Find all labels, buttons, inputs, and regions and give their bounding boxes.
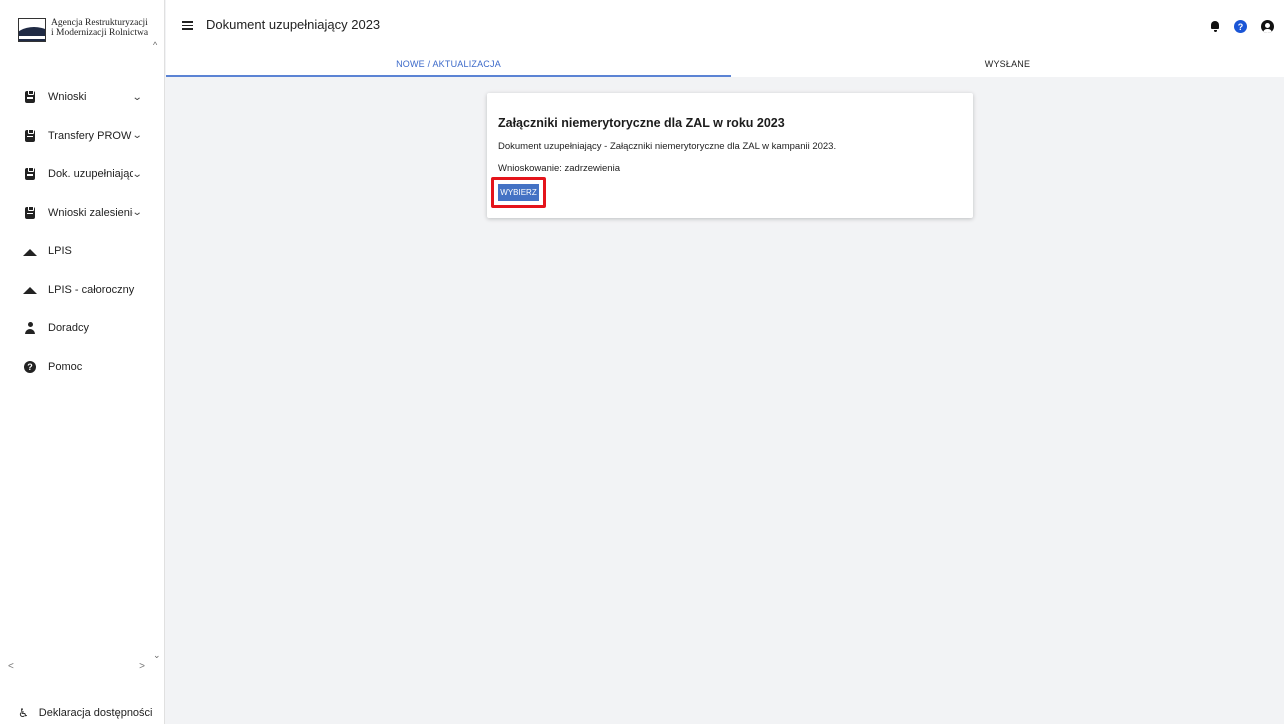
accessibility-declaration-link[interactable]: ♿ Deklaracja dostępności: [18, 706, 153, 720]
scroll-right-arrow[interactable]: >: [139, 661, 145, 672]
person-icon: [24, 322, 36, 335]
sidebar: Agencja Restrukturyzacji i Modernizacji …: [0, 0, 165, 724]
help-icon[interactable]: ?: [1234, 20, 1247, 33]
sidebar-item-pomoc[interactable]: ? Pomoc: [0, 348, 153, 387]
agency-logo[interactable]: Agencja Restrukturyzacji i Modernizacji …: [18, 18, 148, 42]
chevron-down-icon: ⌄: [131, 168, 143, 180]
document-card: Załączniki niemerytoryczne dla ZAL w rok…: [487, 93, 973, 218]
page-title: Dokument uzupełniający 2023: [206, 17, 381, 32]
button-highlight-box: WYBIERZ: [491, 177, 546, 208]
sidebar-nav: Wnioski ⌄ Transfery PROW ⌄ Dok. uzupełni…: [0, 78, 153, 386]
scroll-left-arrow[interactable]: <: [8, 661, 14, 672]
sidebar-horizontal-scrollbar[interactable]: < >: [0, 659, 153, 673]
sidebar-item-lpis[interactable]: LPIS: [0, 232, 153, 271]
sidebar-item-label: Transfery PROW: [48, 129, 132, 142]
sidebar-item-label: LPIS - całoroczny: [48, 283, 135, 296]
sidebar-item-label: Wnioski: [48, 91, 87, 104]
sidebar-scroll-down-arrow[interactable]: ⌄: [153, 650, 161, 661]
chevron-down-icon: ⌄: [131, 130, 143, 142]
sidebar-item-lpis-caloroczny[interactable]: LPIS - całoroczny: [0, 271, 153, 310]
account-icon[interactable]: [1261, 20, 1274, 33]
sidebar-vertical-scrollbar[interactable]: [153, 54, 162, 646]
sidebar-item-label: LPIS: [48, 245, 72, 258]
wybierz-button[interactable]: WYBIERZ: [498, 184, 539, 201]
card-subtitle: Wnioskowanie: zadrzewienia: [498, 163, 620, 174]
tab-bar: NOWE / AKTUALIZACJA WYSŁANE: [166, 52, 1284, 77]
tab-wyslane[interactable]: WYSŁANE: [731, 52, 1284, 77]
sidebar-item-wnioski[interactable]: Wnioski ⌄: [0, 78, 153, 117]
sidebar-item-label: Dok. uzupełniające: [48, 168, 133, 181]
help-icon: ?: [24, 360, 36, 373]
clipboard-icon: [24, 167, 36, 181]
tab-nowe-aktualizacja[interactable]: NOWE / AKTUALIZACJA: [166, 52, 731, 77]
chevron-down-icon: ⌄: [131, 91, 143, 103]
logo-line-1: Agencja Restrukturyzacji: [51, 18, 148, 28]
sidebar-item-wnioski-zalesieniowe[interactable]: Wnioski zalesieniowe ⌄: [0, 194, 153, 233]
top-bar: Dokument uzupełniający 2023 ?: [166, 0, 1284, 52]
chevron-down-icon: ⌄: [131, 207, 143, 219]
clipboard-icon: [24, 205, 36, 219]
sidebar-item-dok-uzupelniajace[interactable]: Dok. uzupełniające ⌄: [0, 155, 153, 194]
menu-icon[interactable]: [182, 21, 193, 30]
logo-line-2: i Modernizacji Rolnictwa: [51, 28, 149, 38]
sidebar-item-doradcy[interactable]: Doradcy: [0, 309, 153, 348]
terrain-icon: [23, 284, 37, 296]
sidebar-item-label: Doradcy: [48, 322, 89, 335]
bell-icon[interactable]: [1210, 21, 1220, 32]
arimr-logo-icon: [18, 18, 46, 42]
sidebar-item-label: Wnioski zalesieniowe: [48, 206, 133, 219]
terrain-icon: [23, 245, 37, 257]
sidebar-item-transfery-prow[interactable]: Transfery PROW ⌄: [0, 117, 153, 156]
card-description: Dokument uzupełniający - Załączniki niem…: [498, 141, 837, 152]
clipboard-icon: [24, 90, 36, 104]
card-title: Załączniki niemerytoryczne dla ZAL w rok…: [498, 116, 785, 130]
logo-text: Agencja Restrukturyzacji i Modernizacji …: [51, 18, 148, 38]
accessibility-icon: ♿: [18, 706, 29, 720]
accessibility-label: Deklaracja dostępności: [38, 707, 153, 719]
sidebar-scroll-up-arrow[interactable]: ^: [153, 40, 157, 50]
sidebar-item-label: Pomoc: [48, 360, 83, 373]
clipboard-icon: [24, 128, 36, 142]
top-icons: ?: [1210, 20, 1274, 33]
